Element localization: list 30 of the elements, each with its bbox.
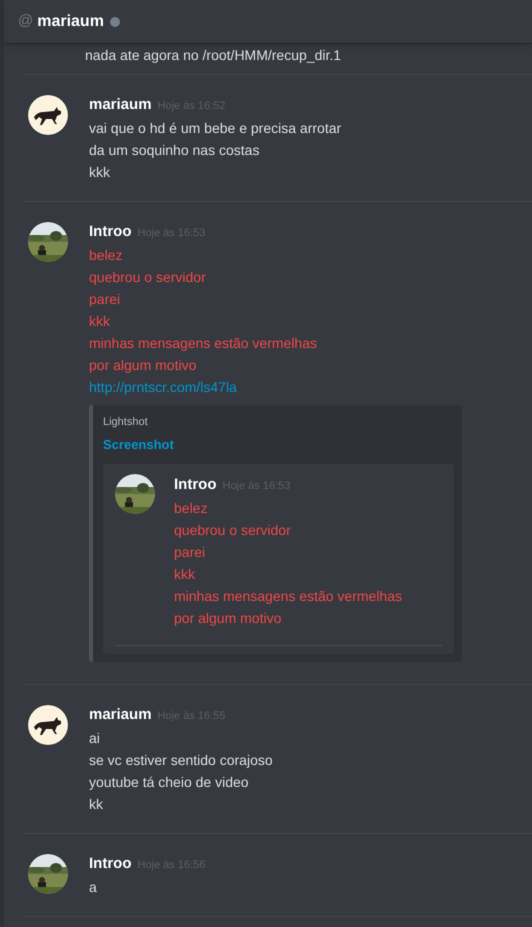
message-text: por algum motivo	[174, 609, 282, 628]
message-text: parei	[89, 290, 122, 309]
embed-provider: Lightshot	[103, 415, 149, 430]
message-text: belez	[174, 499, 208, 518]
author-name[interactable]: mariaum	[89, 704, 152, 726]
message-text: minhas mensagens estão vermelhas	[174, 587, 402, 606]
embed-title[interactable]: Screenshot	[103, 434, 454, 456]
at-sign-icon: @	[18, 10, 34, 33]
message-text: a	[89, 878, 98, 897]
message-text: youtube tá cheio de video	[89, 773, 250, 792]
message-text: por algum motivo	[89, 356, 198, 375]
message-text: kkk	[174, 565, 196, 584]
message-text: quebrou o servidor	[174, 521, 292, 540]
message-text: ai	[89, 729, 101, 748]
author-name[interactable]: Introo	[89, 853, 132, 875]
username: mariaum	[37, 12, 104, 32]
message-text: belez	[89, 246, 124, 265]
message-text: nada ate agora no /root/HMM/recup_dir.1	[85, 46, 342, 65]
message-text: parei	[174, 543, 206, 562]
author-name[interactable]: mariaum	[89, 94, 152, 116]
message-text: kk	[89, 795, 104, 814]
message-text: da um soquinho nas costas	[89, 141, 260, 160]
message-text: minhas mensagens estão vermelhas	[89, 334, 318, 353]
author-name[interactable]: Introo	[89, 221, 132, 243]
author-name[interactable]: Introo	[174, 474, 216, 496]
message-text: quebrou o servidor	[89, 268, 207, 287]
message-text: kkk	[89, 312, 111, 331]
message-text: se vc estiver sentido corajoso	[89, 751, 273, 770]
message-text: vai que o hd é um bebe e precisa arrotar	[89, 119, 342, 138]
message-text: kkk	[89, 163, 111, 182]
